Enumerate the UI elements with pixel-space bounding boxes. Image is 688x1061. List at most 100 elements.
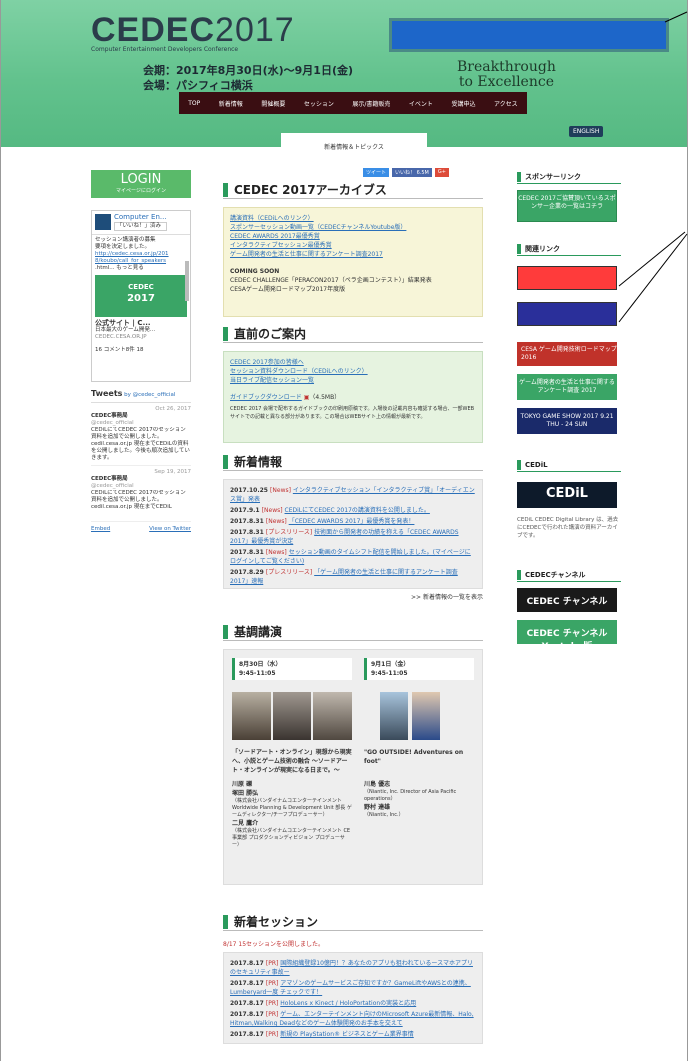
list-item[interactable]: 2017.9.1 [News] CEDiLにてCEDEC 2017の講演資料を公…	[230, 506, 476, 515]
keynote-panel: 8月30日（水） 9:45-11:05 「ソードアート・オンライン」現想から現実へ…	[223, 649, 483, 885]
embed-link[interactable]: Embed	[91, 526, 110, 533]
speaker-photo	[313, 692, 353, 740]
nav-registration[interactable]: 受講申込	[451, 99, 475, 108]
item-link[interactable]: HoloLens x Kinect / HoloPortationの実装と応用	[280, 1000, 416, 1007]
tweet-author: CEDEC事務局	[91, 413, 128, 419]
english-button[interactable]: ENGLISH	[569, 126, 604, 137]
tweets-title: Tweets	[91, 389, 123, 398]
sponsor-heading: スポンサーリンク	[517, 170, 621, 184]
survey-banner[interactable]: ゲーム開発者の生活と仕事に関するアンケート調査 2017	[517, 374, 617, 400]
fb-post-image[interactable]: CEDEC 2017	[95, 275, 187, 317]
keynote-talk1-title[interactable]: 「ソードアート・オンライン」現想から現実へ、小説とゲーム技術の融合 ～ソードアー…	[232, 748, 352, 775]
fb-link-domain: CEDEC.CESA.OR.JP	[95, 334, 147, 340]
tweet-button[interactable]: ツイート	[363, 168, 390, 177]
guidebook-size: （4.5MB）	[309, 394, 341, 401]
login-button[interactable]: LOGIN マイページにログイン	[91, 170, 191, 198]
nav-exhibits[interactable]: 展示/書籍販売	[352, 99, 390, 108]
speaker-photo	[380, 692, 408, 740]
item-tag: [プレスリリース]	[265, 529, 315, 536]
list-item[interactable]: 2017.8.17 [PR] アマゾンのゲームサービスご存知ですか？GameLi…	[230, 979, 476, 997]
item-tag: [PR]	[265, 980, 281, 987]
tweets-by[interactable]: by @cedec_official	[124, 392, 175, 398]
speaker-name: 野村 達雄	[364, 804, 391, 811]
list-item[interactable]: 2017.8.17 [PR] HoloLens x Kinect / HoloP…	[230, 999, 476, 1008]
tweet-text: CEDiLにてCEDEC 2017のセッション資料を追加で公開しました。cedi…	[91, 427, 190, 461]
fb-post-url2[interactable]: 8/koubo/call_for_speakers	[95, 258, 187, 265]
list-item[interactable]: 2017.10.25 [News] インタラクティブセッション「インタラクティブ…	[230, 486, 476, 504]
item-link[interactable]: 「CEDEC AWARDS 2017」最優秀賞を発表！	[289, 518, 415, 525]
item-date: 2017.8.17	[230, 1011, 266, 1018]
list-item[interactable]: 2017.8.31 [プレスリリース] 技術面から開発者の功績を称える「CEDE…	[230, 528, 476, 546]
sessions-list[interactable]: 2017.8.17 [PR] 国際組織登録10億円！？あなたのアプリも狙われてい…	[223, 952, 483, 1044]
archive-link[interactable]: インタラクティブセッション最優秀賞	[230, 241, 476, 250]
coming-item: CESAゲーム開発ロードマップ2017年度版	[230, 286, 346, 293]
list-item[interactable]: 2017.8.17 [PR] 国際組織登録10億円！？あなたのアプリも狙われてい…	[230, 959, 476, 977]
speaker-org: （Niantic, Inc.）	[364, 812, 404, 818]
guidebook-download-link[interactable]: ガイドブックダウンロード	[230, 394, 302, 401]
sponsor-banner[interactable]: CEDEC 2017ご協賛頂いているスポンサー企業の一覧はコチラ	[517, 190, 617, 222]
list-item[interactable]: 2017.8.31 [News] セッション動画のタイムシフト配信を開始しました…	[230, 548, 476, 566]
item-date: 2017.8.17	[230, 1031, 266, 1038]
archive-link[interactable]: ゲーム開発者の生活と仕事に関するアンケート調査2017	[230, 250, 476, 259]
guide-panel: CEDEC 2017参加の皆様へ セッション資料ダウンロード（CEDiLへのリン…	[223, 351, 483, 443]
nav-news[interactable]: 新着情報	[219, 99, 243, 108]
item-tag: [News]	[265, 518, 289, 525]
item-tag: [プレスリリース]	[265, 569, 315, 576]
item-link[interactable]: 新規の PlayStation® ビジネスとゲーム業界事情	[280, 1031, 413, 1038]
item-link[interactable]: CEDiLにてCEDEC 2017の講演資料を公開しました。	[285, 507, 430, 514]
list-item[interactable]: 2017.8.17 [PR] ゲーム、エンターテインメント向けのMicrosof…	[230, 1010, 476, 1028]
item-date: 2017.8.29	[230, 569, 266, 576]
news-list[interactable]: 2017.10.25 [News] インタラクティブセッション「インタラクティブ…	[223, 479, 483, 589]
main-nav: TOP 新着情報 開催概要 セッション 展示/書籍販売 イベント 受講申込 アク…	[179, 92, 527, 114]
cedil-logo[interactable]: CEDiL	[517, 482, 617, 508]
guide-link[interactable]: CEDEC 2017参加の皆様へ	[230, 358, 476, 367]
cedil-heading: CEDiL	[517, 458, 621, 472]
nav-access[interactable]: アクセス	[494, 99, 518, 108]
fb-page-title[interactable]: Computer En...	[114, 214, 167, 221]
item-tag: [News]	[261, 507, 285, 514]
fb-see-more[interactable]: .html... もっと見る	[95, 265, 187, 272]
cesa-roadmap-banner[interactable]: CESA ゲーム開発技術ロードマップ2016	[517, 342, 617, 366]
nav-top[interactable]: TOP	[188, 100, 200, 107]
news-more-link[interactable]: >> 新着情報の一覧を表示	[223, 592, 483, 601]
item-date: 2017.8.31	[230, 518, 266, 525]
archive-link[interactable]: 講演資料（CEDiLへのリンク）	[230, 214, 476, 223]
tgs-banner[interactable]: TOKYO GAME SHOW 2017 9.21 THU - 24 SUN	[517, 408, 617, 434]
item-tag: [PR]	[265, 1000, 281, 1007]
tab-news-topics[interactable]: 新着情報＆トピックス	[281, 133, 427, 163]
item-date: 2017.8.17	[230, 960, 266, 967]
nav-sessions[interactable]: セッション	[304, 99, 334, 108]
tweet-date: Oct 26, 2017	[155, 406, 191, 412]
view-on-twitter-link[interactable]: View on Twitter	[149, 526, 191, 533]
list-item[interactable]: 2017.8.29 [プレスリリース] 「ゲーム開発者の生活と仕事に関するアンケ…	[230, 568, 476, 586]
fb-page-avatar	[95, 214, 111, 230]
list-item[interactable]: 2017.8.17 [PR] 新規の PlayStation® ビジネスとゲーム…	[230, 1030, 476, 1039]
fb-post-url[interactable]: http://cedec.cesa.or.jp/201	[95, 251, 187, 258]
gplus-button[interactable]: G+	[434, 168, 449, 177]
speaker-name: 塚田 勝弘	[232, 790, 259, 797]
archive-link[interactable]: スポンサーセッション動画一覧（CEDECチャンネルYoutube版）	[230, 223, 476, 232]
left-sidebar: LOGIN マイページにログイン Computer En... 「いいね！」済み …	[91, 170, 191, 580]
item-tag: [PR]	[265, 1011, 281, 1018]
tweet-handle: @cedec_official	[91, 420, 134, 426]
fb-link-title[interactable]: 公式サイト | C...	[95, 320, 187, 327]
nav-overview[interactable]: 開催概要	[261, 99, 285, 108]
nav-events[interactable]: イベント	[409, 99, 433, 108]
cedec-channel-banner[interactable]: CEDEC チャンネル	[517, 588, 617, 612]
tweet-item[interactable]: Oct 26, 2017 CEDEC事務局 @cedec_official CE…	[91, 403, 191, 466]
fb-like-status[interactable]: 「いいね！」済み	[114, 222, 167, 231]
twitter-widget: Tweets by @cedec_official Oct 26, 2017 C…	[91, 390, 191, 580]
keynote-talk2-title[interactable]: "GO OUTSIDE! Adventures on foot"	[364, 748, 474, 766]
speaker-org: （株式会社バンダイナムコエンターテインメント CE事業部 プロダクションディビジ…	[232, 828, 351, 848]
fb-like-button[interactable]: いいね！ 6.5M	[392, 168, 432, 177]
cedec-youtube-banner[interactable]: CEDEC チャンネル Youtube版	[517, 620, 617, 652]
list-item[interactable]: 2017.8.31 [News] 「CEDEC AWARDS 2017」最優秀賞…	[230, 517, 476, 526]
archive-link[interactable]: CEDEC AWARDS 2017最優秀賞	[230, 232, 476, 241]
fb-scrollbar[interactable]	[185, 261, 189, 301]
guide-link[interactable]: 当日ライブ配信セッション一覧	[230, 376, 476, 385]
tweet-item[interactable]: Sep 19, 2017 CEDEC事務局 @cedec_official CE…	[91, 466, 191, 522]
guide-link[interactable]: セッション資料ダウンロード（CEDiLへのリンク）	[230, 367, 476, 376]
speaker-name: 川原 礫	[232, 781, 253, 788]
cedec-logo[interactable]: CEDEC2017	[91, 12, 295, 48]
event-venue: 会場：パシフィコ横浜	[143, 79, 253, 92]
